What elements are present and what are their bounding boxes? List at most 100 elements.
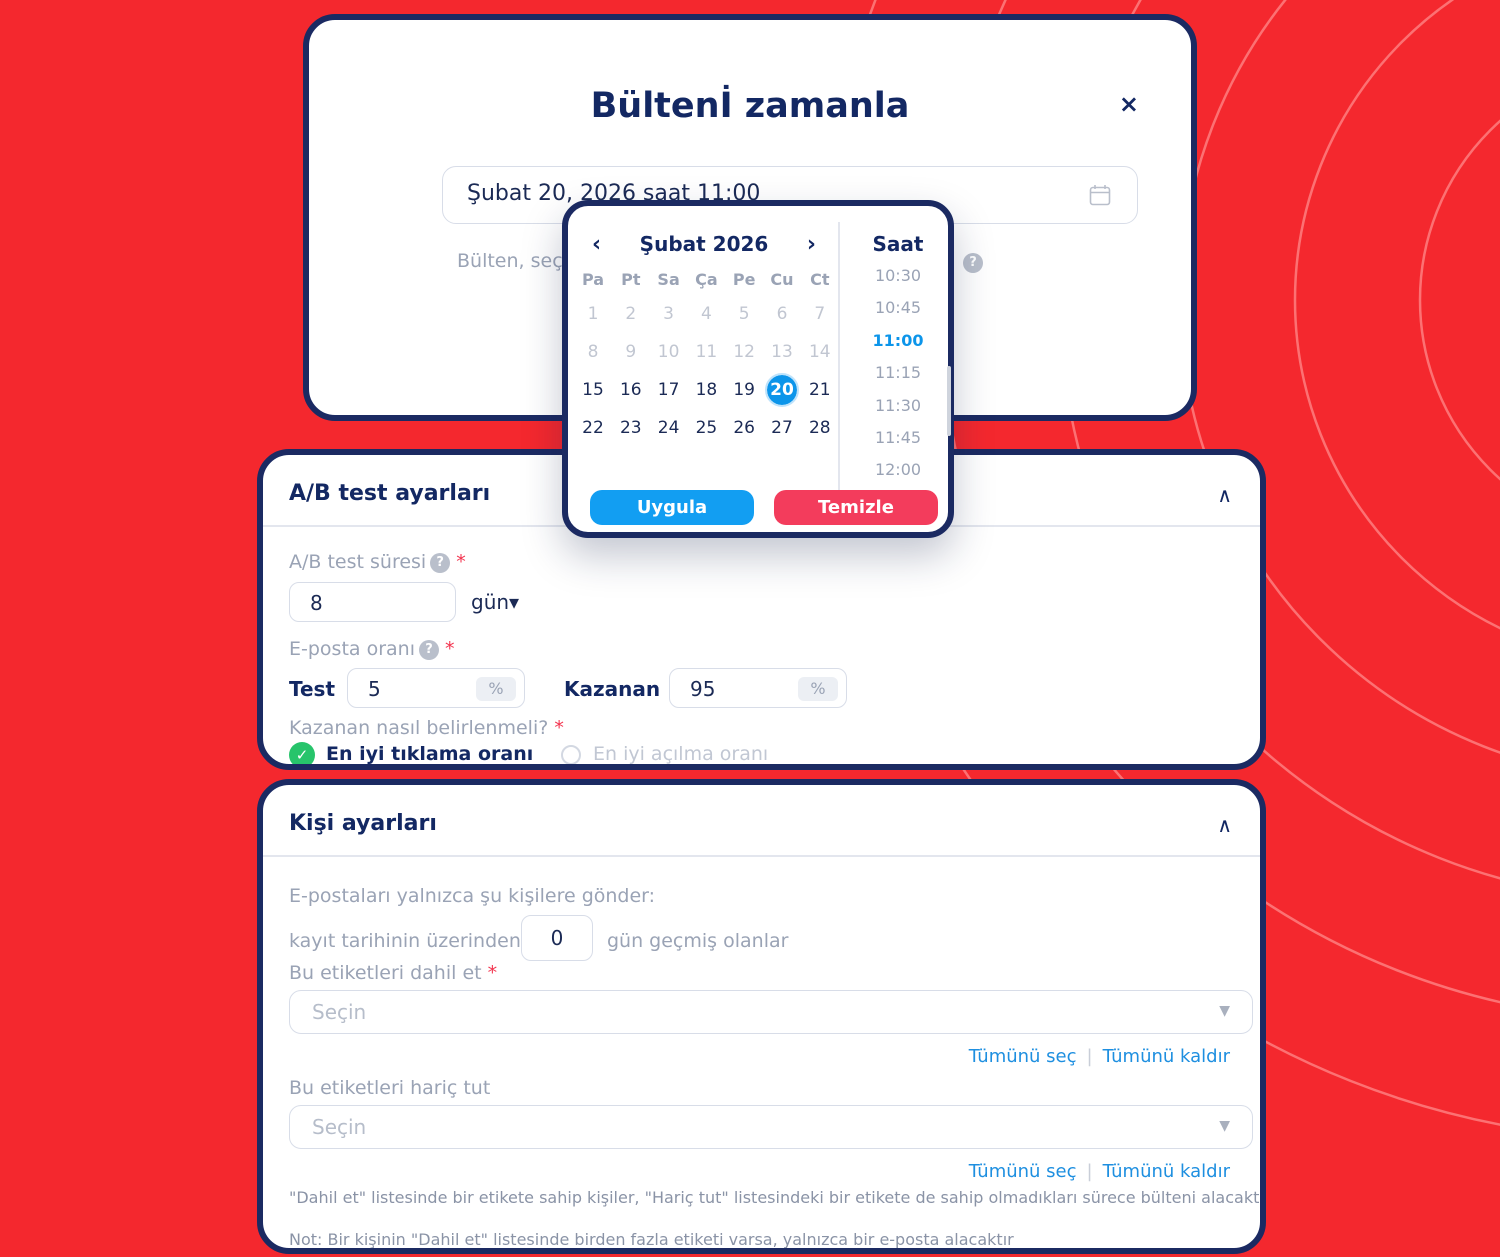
time-scrollbar[interactable] — [947, 366, 951, 436]
collapse-chevron-icon[interactable]: ∧ — [1217, 483, 1232, 507]
calendar-day[interactable]: 15 — [578, 375, 608, 405]
calendar-day: 11 — [695, 342, 718, 362]
chevron-down-icon: ▼ — [1219, 1118, 1230, 1134]
check-icon[interactable]: ✓ — [289, 742, 315, 764]
weekday-label: Pa — [581, 270, 605, 289]
calendar-day[interactable]: 27 — [767, 413, 797, 443]
calendar-day: 12 — [733, 342, 755, 362]
single-email-note: Not: Bir kişinin "Dahil et" listesinde b… — [289, 1230, 1014, 1249]
help-icon[interactable]: ? — [418, 639, 439, 660]
calendar-day[interactable]: 22 — [578, 413, 608, 443]
calendar-day[interactable]: 28 — [805, 413, 835, 443]
tags-rule-note: "Dahil et" listesinde bir etikete sahip … — [289, 1188, 1266, 1207]
test-ratio-input[interactable]: 5 % — [347, 668, 525, 708]
help-icon[interactable]: ? — [963, 253, 983, 273]
calendar-day: 1 — [587, 304, 599, 324]
send-only-label: E-postaları yalnızca şu kişilere gönder: — [289, 885, 656, 907]
weekday-label: Pt — [621, 270, 641, 289]
calendar-day[interactable]: 24 — [654, 413, 684, 443]
calendar-header: ‹ Şubat 2026 › — [588, 232, 820, 262]
modal-title: Bültenİ zamanla — [590, 86, 910, 126]
radio-best-open-rate[interactable] — [561, 745, 581, 764]
calendar-day: 9 — [625, 342, 637, 362]
time-option[interactable]: 10:45 — [848, 298, 948, 317]
panel-divider — [263, 855, 1260, 857]
calendar-day[interactable]: 23 — [616, 413, 646, 443]
select-all-link[interactable]: Tümünü seç — [969, 1161, 1077, 1182]
option-best-open-rate[interactable]: En iyi açılma oranı — [593, 743, 768, 764]
calendar-day-selected[interactable]: 20 — [765, 373, 799, 407]
percent-badge: % — [798, 677, 838, 701]
ab-panel-title: A/B test ayarları — [289, 481, 491, 506]
clear-button[interactable]: Temizle — [774, 490, 938, 525]
calendar-day[interactable]: 16 — [616, 375, 646, 405]
exclude-tags-label: Bu etiketleri hariç tut — [289, 1077, 491, 1099]
registration-suffix: gün geçmiş olanlar — [607, 930, 789, 952]
calendar-month: Şubat 2026 — [639, 232, 769, 256]
include-tags-links: Tümünü seç | Tümünü kaldır — [969, 1046, 1230, 1067]
calendar-day[interactable]: 26 — [729, 413, 759, 443]
calendar-day: 5 — [738, 304, 750, 324]
calendar: ‹ Şubat 2026 › Pa Pt Sa Ça Pe Cu Ct 1234567891… — [568, 206, 838, 486]
next-month-icon[interactable]: › — [807, 232, 816, 257]
remove-all-link[interactable]: Tümünü kaldır — [1103, 1161, 1230, 1182]
required-marker: * — [456, 551, 466, 573]
remove-all-link[interactable]: Tümünü kaldır — [1103, 1046, 1230, 1067]
collapse-chevron-icon[interactable]: ∧ — [1217, 813, 1232, 837]
duration-unit-select[interactable]: gün▾ — [471, 590, 519, 614]
calendar-day: 10 — [657, 342, 680, 362]
winner-ratio-value: 95 — [690, 677, 716, 701]
link-separator: | — [1086, 1161, 1093, 1182]
help-icon[interactable]: ? — [430, 552, 451, 573]
ab-duration-label: A/B test süresi? * — [289, 551, 466, 573]
apply-button[interactable]: Uygula — [590, 490, 754, 525]
select-placeholder: Seçin — [312, 1115, 367, 1139]
registration-days-input[interactable]: 0 — [521, 915, 593, 961]
calendar-day[interactable]: 25 — [691, 413, 721, 443]
ab-duration-input[interactable]: 8 — [289, 582, 456, 622]
time-option[interactable]: 11:45 — [848, 428, 948, 447]
exclude-tags-links: Tümünü seç | Tümünü kaldır — [969, 1161, 1230, 1182]
include-tags-select[interactable]: Seçin ▼ — [289, 990, 1253, 1034]
contact-settings-panel: Kişi ayarları ∧ E-postaları yalnızca şu … — [257, 779, 1266, 1254]
select-placeholder: Seçin — [312, 1000, 367, 1024]
modal-hint: Bülten, seç — [457, 250, 563, 272]
winner-method-label: Kazanan nasıl belirlenmeli? * — [289, 717, 564, 739]
picker-divider — [838, 222, 840, 492]
close-icon[interactable]: × — [1119, 90, 1139, 118]
weekday-label: Ça — [695, 270, 718, 289]
exclude-tags-select[interactable]: Seçin ▼ — [289, 1105, 1253, 1149]
calendar-day[interactable]: 19 — [729, 375, 759, 405]
time-option[interactable]: 11:15 — [848, 363, 948, 382]
required-marker: * — [445, 638, 455, 660]
option-best-click-rate[interactable]: En iyi tıklama oranı — [326, 743, 533, 764]
time-option-selected[interactable]: 11:00 — [848, 331, 948, 350]
weekday-label: Cu — [770, 270, 794, 289]
email-ratio-label: E-posta oranı? * — [289, 638, 455, 660]
time-option[interactable]: 11:30 — [848, 396, 948, 415]
calendar-day[interactable]: 18 — [691, 375, 721, 405]
calendar-day: 3 — [663, 304, 674, 324]
select-all-link[interactable]: Tümünü seç — [969, 1046, 1077, 1067]
registration-prefix: kayıt tarihinin üzerinden — [289, 930, 521, 952]
time-option[interactable]: 12:00 — [848, 460, 948, 479]
calendar-day[interactable]: 17 — [654, 375, 684, 405]
calendar-icon[interactable] — [1089, 184, 1111, 206]
time-option[interactable]: 10:30 — [848, 266, 948, 285]
include-tags-label: Bu etiketleri dahil et * — [289, 962, 498, 984]
chevron-down-icon: ▼ — [1219, 1003, 1230, 1019]
link-separator: | — [1086, 1046, 1093, 1067]
percent-badge: % — [476, 677, 516, 701]
test-ratio-value: 5 — [368, 677, 381, 701]
calendar-day: 13 — [771, 342, 793, 362]
calendar-day: 8 — [587, 342, 599, 362]
calendar-day: 4 — [700, 304, 712, 324]
date-time-picker: ‹ Şubat 2026 › Pa Pt Sa Ça Pe Cu Ct 1234567891… — [562, 200, 954, 538]
ab-duration-value: 8 — [310, 591, 323, 615]
winner-ratio-input[interactable]: 95 % — [669, 668, 847, 708]
test-label: Test — [289, 677, 336, 701]
calendar-day: 6 — [776, 304, 788, 324]
calendar-day[interactable]: 21 — [805, 375, 835, 405]
winner-label: Kazanan — [564, 677, 661, 701]
required-marker: * — [487, 962, 498, 984]
